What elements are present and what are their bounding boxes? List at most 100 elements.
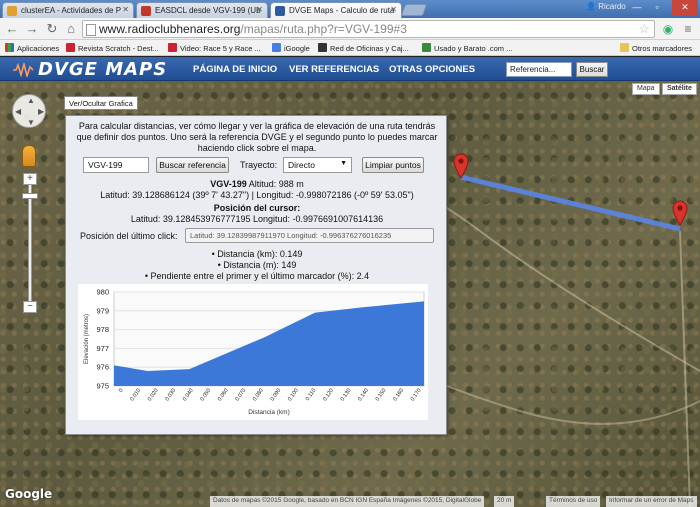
x-tick-label: 0.060: [217, 388, 230, 403]
bookmark-label: iGoogle: [284, 44, 310, 53]
x-tick-label: 0.010: [129, 388, 142, 403]
trayecto-select[interactable]: Directo ▼: [283, 157, 352, 173]
close-icon[interactable]: ✕: [122, 5, 129, 14]
x-tick-label: 0: [118, 388, 125, 394]
y-tick-label: 976: [96, 363, 109, 372]
zoom-slider-track[interactable]: [28, 181, 32, 307]
x-tick-label: 0.050: [199, 388, 212, 403]
address-path: /mapas/ruta.php?r=VGV-199#3: [240, 22, 407, 36]
pan-up-icon[interactable]: ▲: [27, 96, 35, 105]
scr-icon: [66, 43, 75, 52]
bookmark-usado-barato[interactable]: Usado y Barato .com ...: [422, 43, 512, 53]
tab-dvge-maps[interactable]: DVGE Maps - Calculo de ruta ✕: [270, 2, 402, 19]
map-type-satelite[interactable]: Satélite: [662, 83, 697, 95]
tab-label: EASDCL desde VGV-199 (Ub: [155, 6, 261, 15]
evo-icon: [318, 43, 327, 52]
x-tick-label: 0.120: [322, 388, 335, 403]
bookmark-label: Red de Oficinas y Caj...: [330, 44, 409, 53]
menu-icon[interactable]: ≡: [680, 21, 696, 37]
bookmark-apps[interactable]: Aplicaciones: [5, 43, 59, 53]
page-icon: [86, 24, 96, 36]
bookmark-star-icon[interactable]: ☆: [638, 21, 650, 37]
terms-link[interactable]: Términos de uso: [546, 496, 601, 507]
map-marker-icon[interactable]: [453, 153, 469, 179]
y-tick-label: 978: [96, 325, 109, 334]
bookmark-label: Revista Scratch - Dest...: [78, 44, 159, 53]
tab-label: clusterEA - Actividades de P: [21, 6, 122, 15]
reload-icon[interactable]: ↻: [44, 21, 60, 37]
new-tab-button[interactable]: [400, 4, 428, 16]
report-error-link[interactable]: Informar de un error de Maps: [606, 496, 697, 507]
user-name: Ricardo: [598, 2, 626, 11]
last-click-label: Posición del último click:: [80, 231, 178, 241]
stat-slope: • Pendiente entre el primer y el último …: [144, 271, 370, 281]
bookmarks-bar: Aplicaciones Revista Scratch - Dest... V…: [0, 40, 700, 56]
bookmark-igoogle[interactable]: iGoogle: [272, 43, 310, 53]
search-button[interactable]: Buscar: [576, 62, 608, 77]
bookmark-video[interactable]: Video: Race 5 y Race ...: [168, 43, 261, 53]
maximize-button[interactable]: ▫: [648, 0, 666, 15]
x-tick-label: 0.150: [375, 388, 388, 403]
folder-icon: [620, 43, 629, 52]
zoom-in-button[interactable]: +: [23, 173, 37, 185]
y-tick-label: 979: [96, 306, 109, 315]
user-profile-button[interactable]: 👤 Ricardo: [586, 2, 626, 11]
bookmark-label: Aplicaciones: [17, 44, 60, 53]
address-host: www.radioclubhenares.org: [99, 22, 241, 36]
reference-input[interactable]: VGV-199: [83, 157, 149, 173]
logo-text: DVGE MAPS: [38, 59, 168, 80]
extension-icon[interactable]: ◉: [660, 21, 676, 37]
nav-referencias[interactable]: VER REFERENCIAS: [289, 64, 379, 75]
reference-search-input[interactable]: Referencia...: [506, 62, 572, 77]
pan-right-icon[interactable]: ▶: [38, 107, 44, 116]
map-scale: 20 m: [494, 496, 515, 507]
x-tick-label: 0.160: [392, 388, 405, 403]
back-icon[interactable]: ←: [4, 21, 20, 37]
window-close-button[interactable]: ✕: [672, 0, 698, 15]
zoom-slider-handle[interactable]: [22, 193, 38, 199]
browser-toolbar: ← → ↻ ⌂ www.radioclubhenares.org/mapas/r…: [0, 18, 700, 40]
last-click-field[interactable]: Latitud: 39.12839987911970 Longitud: -0.…: [185, 228, 434, 243]
pan-left-icon[interactable]: ◀: [15, 107, 21, 116]
map-marker-icon[interactable]: [672, 200, 688, 226]
x-tick-label: 0.070: [235, 388, 248, 403]
trayecto-label: Trayecto:: [240, 160, 278, 170]
x-tick-label: 0.170: [410, 388, 423, 403]
address-bar[interactable]: www.radioclubhenares.org/mapas/ruta.php?…: [82, 20, 655, 38]
bookmark-scratch[interactable]: Revista Scratch - Dest...: [66, 43, 159, 53]
zoom-out-button[interactable]: −: [23, 301, 37, 313]
pegman-icon[interactable]: [22, 145, 36, 167]
search-reference-button[interactable]: Buscar referencia: [156, 157, 229, 173]
x-tick-label: 0.030: [164, 388, 177, 403]
map-area[interactable]: Mapa Satélite ▲ ▼ ◀ ▶ + − Ver/Ocultar Gr…: [0, 81, 700, 507]
chevron-down-icon: ▼: [340, 160, 347, 167]
apps-icon: [5, 43, 14, 52]
x-tick-label: 0.100: [287, 388, 300, 403]
close-icon[interactable]: ✕: [256, 5, 263, 14]
pan-control[interactable]: ▲ ▼ ◀ ▶: [12, 94, 46, 128]
reference-coords: Latitud: 39.128686124 (39º 7' 43.27") | …: [100, 190, 414, 200]
site-logo[interactable]: DVGE MAPS: [12, 59, 167, 80]
toggle-chart-button[interactable]: Ver/Ocultar Grafica: [64, 96, 138, 110]
tab-clusterea[interactable]: clusterEA - Actividades de P ✕: [2, 2, 134, 18]
home-icon[interactable]: ⌂: [63, 21, 79, 37]
tab-label: DVGE Maps - Calculo de ruta: [289, 6, 395, 15]
forward-icon[interactable]: →: [24, 21, 40, 37]
google-icon: [272, 43, 281, 52]
clear-points-button[interactable]: Limpiar puntos: [362, 157, 424, 173]
pan-down-icon[interactable]: ▼: [27, 118, 35, 127]
nav-inicio[interactable]: PÁGINA DE INICIO: [193, 64, 277, 75]
nav-otras-opciones[interactable]: OTRAS OPCIONES: [389, 64, 475, 75]
u-icon: [422, 43, 431, 52]
bookmark-otros[interactable]: Otros marcadores: [620, 43, 692, 53]
map-type-mapa[interactable]: Mapa: [632, 83, 660, 95]
tab-easdcl[interactable]: EASDCL desde VGV-199 (Ub ✕: [136, 2, 268, 18]
close-icon[interactable]: ✕: [390, 5, 397, 14]
scr-icon: [168, 43, 177, 52]
reference-header: VGV-199 Altitud: 988 m: [66, 179, 448, 189]
bookmark-red-oficinas[interactable]: Red de Oficinas y Caj...: [318, 43, 409, 53]
reference-altitude: Altitud: 988 m: [248, 179, 304, 189]
minimize-button[interactable]: —: [628, 0, 646, 15]
y-tick-label: 975: [96, 382, 109, 391]
x-tick-label: 0.020: [147, 388, 160, 403]
